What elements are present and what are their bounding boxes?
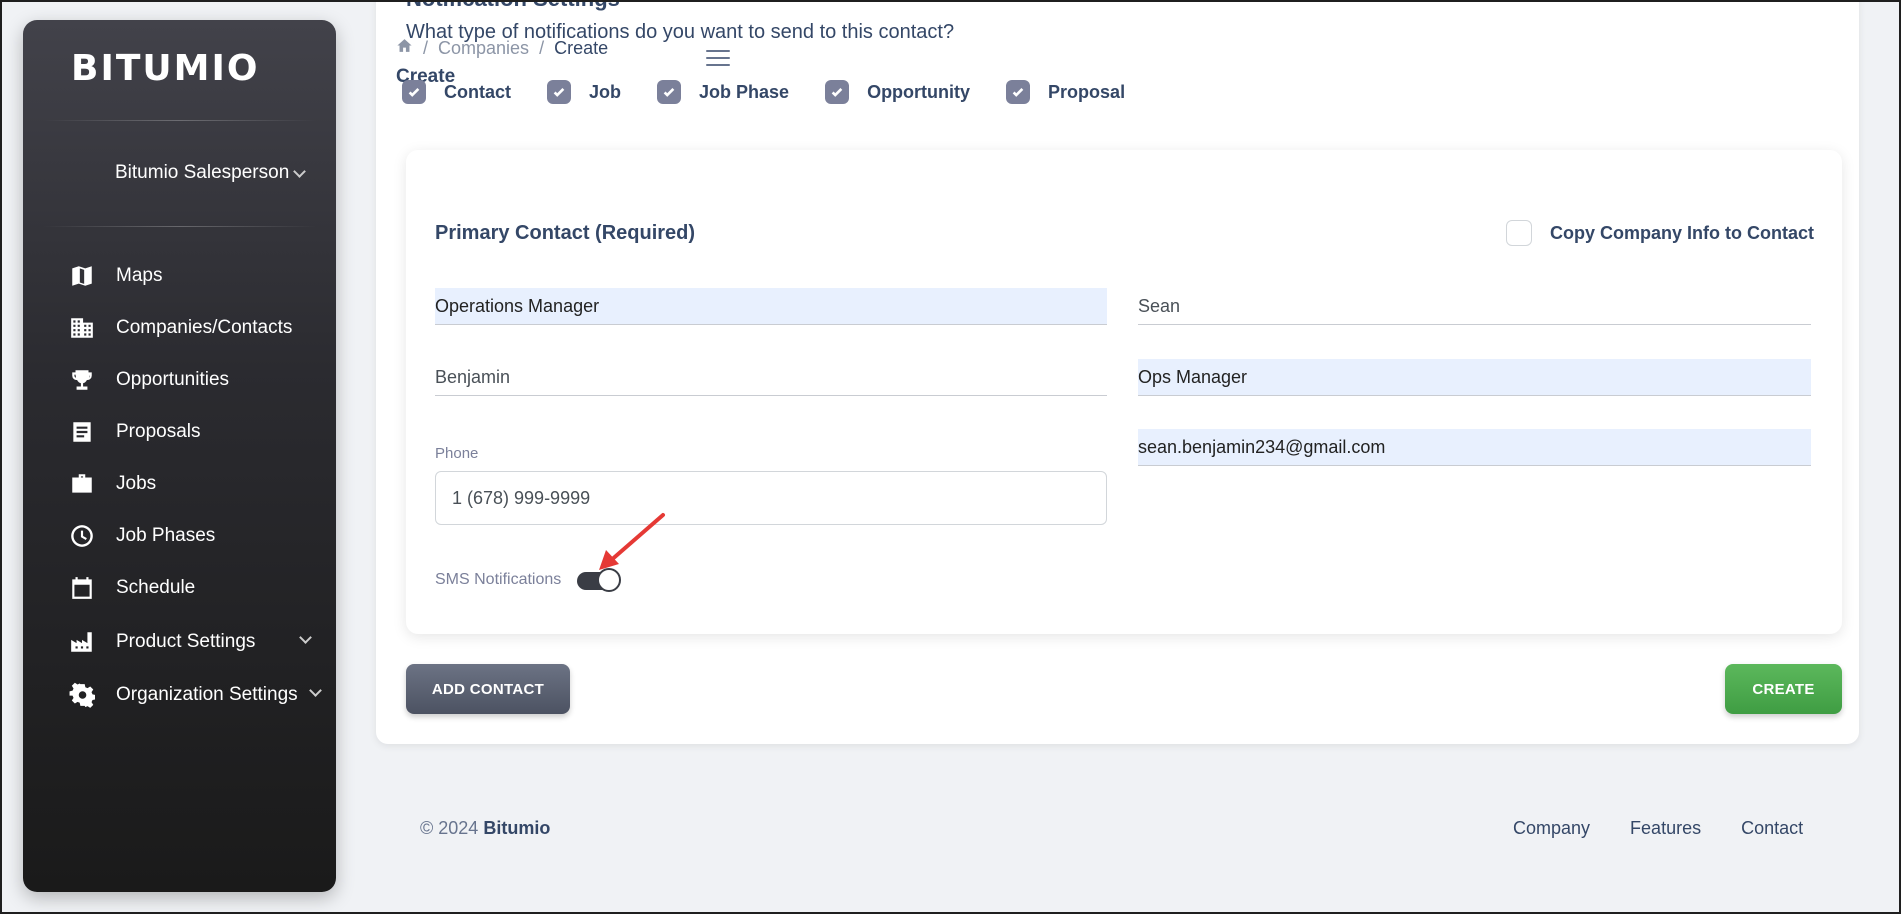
sidebar-item-job-phases[interactable]: Job Phases	[69, 516, 329, 556]
phone-input[interactable]	[450, 486, 1106, 510]
breadcrumb: / Companies / Create	[396, 37, 608, 59]
sms-notifications-label: SMS Notifications	[435, 571, 562, 588]
sidebar-item-opportunities[interactable]: Opportunities	[69, 360, 329, 400]
sidebar-item-organization-settings[interactable]: Organization Settings	[69, 675, 329, 715]
sidebar-item-label: Companies/Contacts	[116, 317, 293, 338]
contact-title-field[interactable]	[435, 288, 1107, 325]
sidebar-divider	[43, 226, 316, 227]
checkbox-label: Contact	[444, 81, 511, 102]
document-icon	[69, 419, 95, 445]
footer-link-company[interactable]: Company	[1513, 818, 1590, 839]
position-input[interactable]	[1138, 366, 1811, 388]
breadcrumb-separator: /	[539, 37, 545, 58]
create-button[interactable]: CREATE	[1725, 664, 1842, 714]
notification-settings-title: Notification Settings	[406, 0, 620, 12]
sidebar-item-label: Opportunities	[116, 369, 230, 390]
add-contact-button[interactable]: ADD CONTACT	[406, 664, 570, 714]
sidebar-item-label: Proposals	[116, 421, 201, 442]
checkbox-label: Copy Company Info to Contact	[1550, 222, 1814, 243]
sidebar-item-product-settings[interactable]: Product Settings	[69, 622, 329, 662]
phone-label: Phone	[435, 445, 479, 462]
phone-field[interactable]	[435, 471, 1107, 525]
footer-link-contact[interactable]: Contact	[1741, 818, 1803, 839]
checkbox-box	[1506, 220, 1532, 246]
breadcrumb-separator: /	[423, 37, 429, 58]
breadcrumb-companies[interactable]: Companies	[438, 38, 529, 59]
footer-link-features[interactable]: Features	[1630, 818, 1701, 839]
clock-icon	[69, 523, 95, 549]
chevron-down-icon	[309, 684, 322, 697]
contact-title-input[interactable]	[435, 295, 1107, 317]
checkmark-icon	[657, 80, 682, 104]
sidebar-item-maps[interactable]: Maps	[69, 256, 329, 296]
home-icon[interactable]	[396, 37, 413, 59]
email-field[interactable]	[1138, 429, 1811, 466]
breadcrumb-current: Create	[554, 37, 609, 58]
notify-proposal-checkbox[interactable]: Proposal	[1006, 80, 1125, 104]
checkmark-icon	[402, 80, 426, 104]
email-input[interactable]	[1138, 436, 1811, 458]
notification-options: Contact Job Job Phase Opportunity Propos…	[402, 80, 1161, 104]
gear-icon	[69, 682, 95, 708]
checkbox-label: Proposal	[1048, 81, 1126, 102]
sidebar-item-label: Maps	[116, 265, 163, 286]
user-menu[interactable]: Bitumio Salesperson	[115, 162, 307, 184]
trophy-icon	[69, 367, 95, 393]
last-name-input[interactable]	[435, 366, 1107, 388]
sidebar-item-label: Schedule	[116, 577, 196, 598]
sidebar-divider	[43, 120, 316, 121]
bitumio-logo[interactable]: BITUMIO	[71, 48, 259, 89]
last-name-field[interactable]	[435, 359, 1107, 396]
user-name: Bitumio Salesperson	[115, 162, 290, 183]
hamburger-menu-icon[interactable]	[706, 50, 730, 71]
footer-links: Company Features Contact	[1513, 818, 1803, 839]
briefcase-icon	[69, 471, 95, 497]
footer-copyright: © 2024 Bitumio	[420, 818, 550, 839]
sidebar-item-label: Job Phases	[116, 525, 216, 546]
position-field[interactable]	[1138, 359, 1811, 396]
notify-opportunity-checkbox[interactable]: Opportunity	[825, 80, 970, 104]
building-icon	[69, 315, 95, 341]
sidebar-item-companies-contacts[interactable]: Companies/Contacts	[69, 308, 329, 348]
footer-brand-link[interactable]: Bitumio	[483, 818, 550, 838]
sidebar-item-proposals[interactable]: Proposals	[69, 412, 329, 452]
sidebar-item-schedule[interactable]: Schedule	[69, 568, 329, 608]
sidebar-item-label: Organization Settings	[116, 684, 298, 705]
notify-contact-checkbox[interactable]: Contact	[402, 80, 511, 104]
copy-company-info-checkbox[interactable]: Copy Company Info to Contact	[1506, 220, 1814, 246]
chevron-down-icon	[299, 631, 312, 644]
checkbox-label: Opportunity	[867, 81, 971, 102]
sidebar-item-label: Jobs	[116, 473, 157, 494]
map-icon	[69, 263, 95, 289]
sidebar-item-jobs[interactable]: Jobs	[69, 464, 329, 504]
factory-icon	[69, 629, 95, 655]
checkmark-icon	[547, 80, 571, 104]
notify-job-phase-checkbox[interactable]: Job Phase	[657, 80, 789, 104]
sidebar: BITUMIO Bitumio Salesperson Maps Compani…	[23, 20, 336, 892]
checkmark-icon	[825, 80, 850, 104]
sidebar-item-label: Product Settings	[116, 631, 256, 652]
first-name-input[interactable]	[1138, 295, 1811, 317]
checkbox-label: Job	[589, 81, 622, 102]
checkbox-label: Job Phase	[699, 81, 790, 102]
copyright-text: © 2024	[420, 818, 479, 838]
checkmark-icon	[1006, 80, 1031, 104]
primary-contact-title: Primary Contact (Required)	[435, 222, 696, 244]
first-name-field[interactable]	[1138, 288, 1811, 325]
chevron-down-icon	[293, 164, 307, 178]
calendar-icon	[69, 575, 95, 601]
notify-job-checkbox[interactable]: Job	[547, 80, 621, 104]
red-arrow-annotation-icon	[599, 513, 665, 570]
